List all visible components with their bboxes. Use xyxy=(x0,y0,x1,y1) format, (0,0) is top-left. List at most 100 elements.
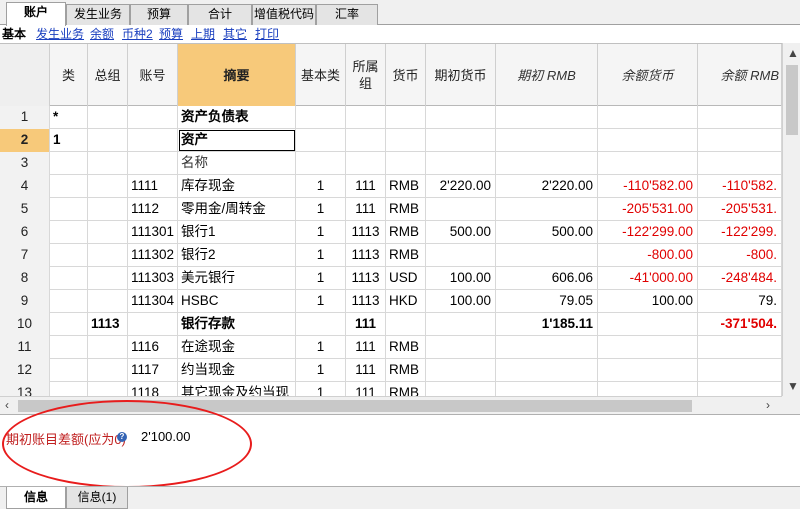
cell-belongs-group[interactable]: 1113 xyxy=(346,290,386,313)
cell-currency[interactable]: RMB xyxy=(386,198,426,221)
tab-transactions[interactable]: 发生业务 xyxy=(66,4,130,25)
table-row[interactable]: 6 111301 银行1 1 1113 RMB 500.00 500.00 -122'299.0… xyxy=(0,221,782,244)
cell-balance-rmb[interactable] xyxy=(698,359,782,382)
cell-group[interactable] xyxy=(88,198,128,221)
cell-opening-rmb[interactable]: 500.00 xyxy=(496,221,598,244)
cell-opening-rmb[interactable] xyxy=(496,198,598,221)
cell-belongs-group[interactable]: 1113 xyxy=(346,221,386,244)
cell-class[interactable] xyxy=(50,221,88,244)
header-balance-rmb[interactable]: 余额 RMB xyxy=(698,44,782,106)
cell-description[interactable]: 银行1 xyxy=(178,221,296,244)
cell-account[interactable]: 111302 xyxy=(128,244,178,267)
cell-group[interactable] xyxy=(88,152,128,175)
header-opening-currency[interactable]: 期初货币 xyxy=(426,44,496,106)
cell-basic-class[interactable]: 1 xyxy=(296,198,346,221)
cell-balance-currency[interactable]: 100.00 xyxy=(598,290,698,313)
scroll-right-icon[interactable]: › xyxy=(766,397,770,413)
table-row[interactable]: 13 1118 其它现金及约当现 1 111 RMB xyxy=(0,382,782,396)
cell-opening-rmb[interactable] xyxy=(496,152,598,175)
cell-currency[interactable]: RMB xyxy=(386,359,426,382)
cell-group[interactable] xyxy=(88,359,128,382)
tab-exchange-rates[interactable]: 汇率 xyxy=(316,4,378,25)
view-link-print[interactable]: 打印 xyxy=(255,26,279,42)
table-row[interactable]: 5 1112 零用金/周转金 1 111 RMB -205'531.00 -205'531. xyxy=(0,198,782,221)
cell-account[interactable]: 111303 xyxy=(128,267,178,290)
cell-class[interactable] xyxy=(50,313,88,336)
cell-account[interactable]: 111301 xyxy=(128,221,178,244)
cell-belongs-group[interactable]: 1113 xyxy=(346,267,386,290)
view-basic[interactable]: 基本 xyxy=(2,26,26,42)
cell-balance-rmb[interactable] xyxy=(698,336,782,359)
table-row[interactable]: 3 名称 xyxy=(0,152,782,175)
cell-class[interactable] xyxy=(50,175,88,198)
cell-currency[interactable]: HKD xyxy=(386,290,426,313)
header-belongs-group[interactable]: 所属 组 xyxy=(346,44,386,106)
cell-opening-rmb[interactable] xyxy=(496,336,598,359)
cell-class[interactable]: 1 xyxy=(50,129,88,152)
cell-currency[interactable] xyxy=(386,129,426,152)
cell-class[interactable] xyxy=(50,267,88,290)
cell-group[interactable]: 1113 xyxy=(88,313,128,336)
cell-class[interactable] xyxy=(50,382,88,396)
cell-balance-rmb[interactable]: 79. xyxy=(698,290,782,313)
header-basic-class[interactable]: 基本类 xyxy=(296,44,346,106)
cell-currency[interactable]: RMB xyxy=(386,244,426,267)
cell-description[interactable]: 库存现金 xyxy=(178,175,296,198)
cell-class[interactable] xyxy=(50,359,88,382)
cell-group[interactable] xyxy=(88,336,128,359)
cell-balance-currency[interactable]: -110'582.00 xyxy=(598,175,698,198)
table-row[interactable]: 12 1117 约当现金 1 111 RMB xyxy=(0,359,782,382)
cell-balance-rmb[interactable]: -122'299. xyxy=(698,221,782,244)
scroll-down-icon[interactable]: ▼ xyxy=(787,378,799,394)
table-row[interactable]: 11 1116 在途现金 1 111 RMB xyxy=(0,336,782,359)
cell-belongs-group[interactable]: 111 xyxy=(346,336,386,359)
cell-opening-currency[interactable] xyxy=(426,152,496,175)
header-balance-currency[interactable]: 余额货币 xyxy=(598,44,698,106)
cell-balance-currency[interactable] xyxy=(598,129,698,152)
cell-opening-currency[interactable]: 100.00 xyxy=(426,290,496,313)
cell-group[interactable] xyxy=(88,175,128,198)
cell-opening-rmb[interactable] xyxy=(496,106,598,129)
header-currency[interactable]: 货币 xyxy=(386,44,426,106)
header-group[interactable]: 总组 xyxy=(88,44,128,106)
cell-account[interactable]: 111304 xyxy=(128,290,178,313)
cell-currency[interactable] xyxy=(386,152,426,175)
cell-opening-currency[interactable] xyxy=(426,313,496,336)
cell-account[interactable]: 1118 xyxy=(128,382,178,396)
view-link-budget[interactable]: 预算 xyxy=(159,26,183,42)
cell-balance-currency[interactable] xyxy=(598,382,698,396)
cell-opening-rmb[interactable]: 79.05 xyxy=(496,290,598,313)
cell-description[interactable]: 名称 xyxy=(178,152,296,175)
cell-class[interactable] xyxy=(50,290,88,313)
cell-belongs-group[interactable]: 111 xyxy=(346,313,386,336)
cell-opening-rmb[interactable]: 606.06 xyxy=(496,267,598,290)
tab-info[interactable]: 信息 xyxy=(6,487,66,509)
cell-balance-rmb[interactable]: -205'531. xyxy=(698,198,782,221)
vertical-scrollbar[interactable]: ▲ ▼ xyxy=(782,43,800,396)
cell-group[interactable] xyxy=(88,290,128,313)
cell-opening-currency[interactable] xyxy=(426,129,496,152)
cell-description[interactable]: 零用金/周转金 xyxy=(178,198,296,221)
cell-basic-class[interactable]: 1 xyxy=(296,336,346,359)
view-link-previous-year[interactable]: 上期 xyxy=(191,26,215,42)
cell-basic-class[interactable]: 1 xyxy=(296,382,346,396)
cell-currency[interactable]: USD xyxy=(386,267,426,290)
cell-opening-currency[interactable]: 100.00 xyxy=(426,267,496,290)
cell-class[interactable]: * xyxy=(50,106,88,129)
cell-balance-rmb[interactable]: -371'504. xyxy=(698,313,782,336)
cell-account[interactable]: 1117 xyxy=(128,359,178,382)
tab-vat-codes[interactable]: 增值税代码 xyxy=(252,4,316,25)
cell-currency[interactable]: RMB xyxy=(386,382,426,396)
cell-belongs-group[interactable] xyxy=(346,152,386,175)
cell-description[interactable]: 其它现金及约当现 xyxy=(178,382,296,396)
cell-opening-rmb[interactable] xyxy=(496,129,598,152)
cell-description[interactable]: 银行2 xyxy=(178,244,296,267)
cell-basic-class[interactable]: 1 xyxy=(296,175,346,198)
tab-info-1[interactable]: 信息(1) xyxy=(66,487,128,509)
tab-budget[interactable]: 预算 xyxy=(130,4,188,25)
cell-belongs-group[interactable] xyxy=(346,106,386,129)
cell-basic-class[interactable] xyxy=(296,106,346,129)
cell-opening-currency[interactable] xyxy=(426,244,496,267)
vertical-scroll-thumb[interactable] xyxy=(786,65,798,135)
table-row[interactable]: 8 111303 美元银行 1 1113 USD 100.00 606.06 -41'000.0… xyxy=(0,267,782,290)
